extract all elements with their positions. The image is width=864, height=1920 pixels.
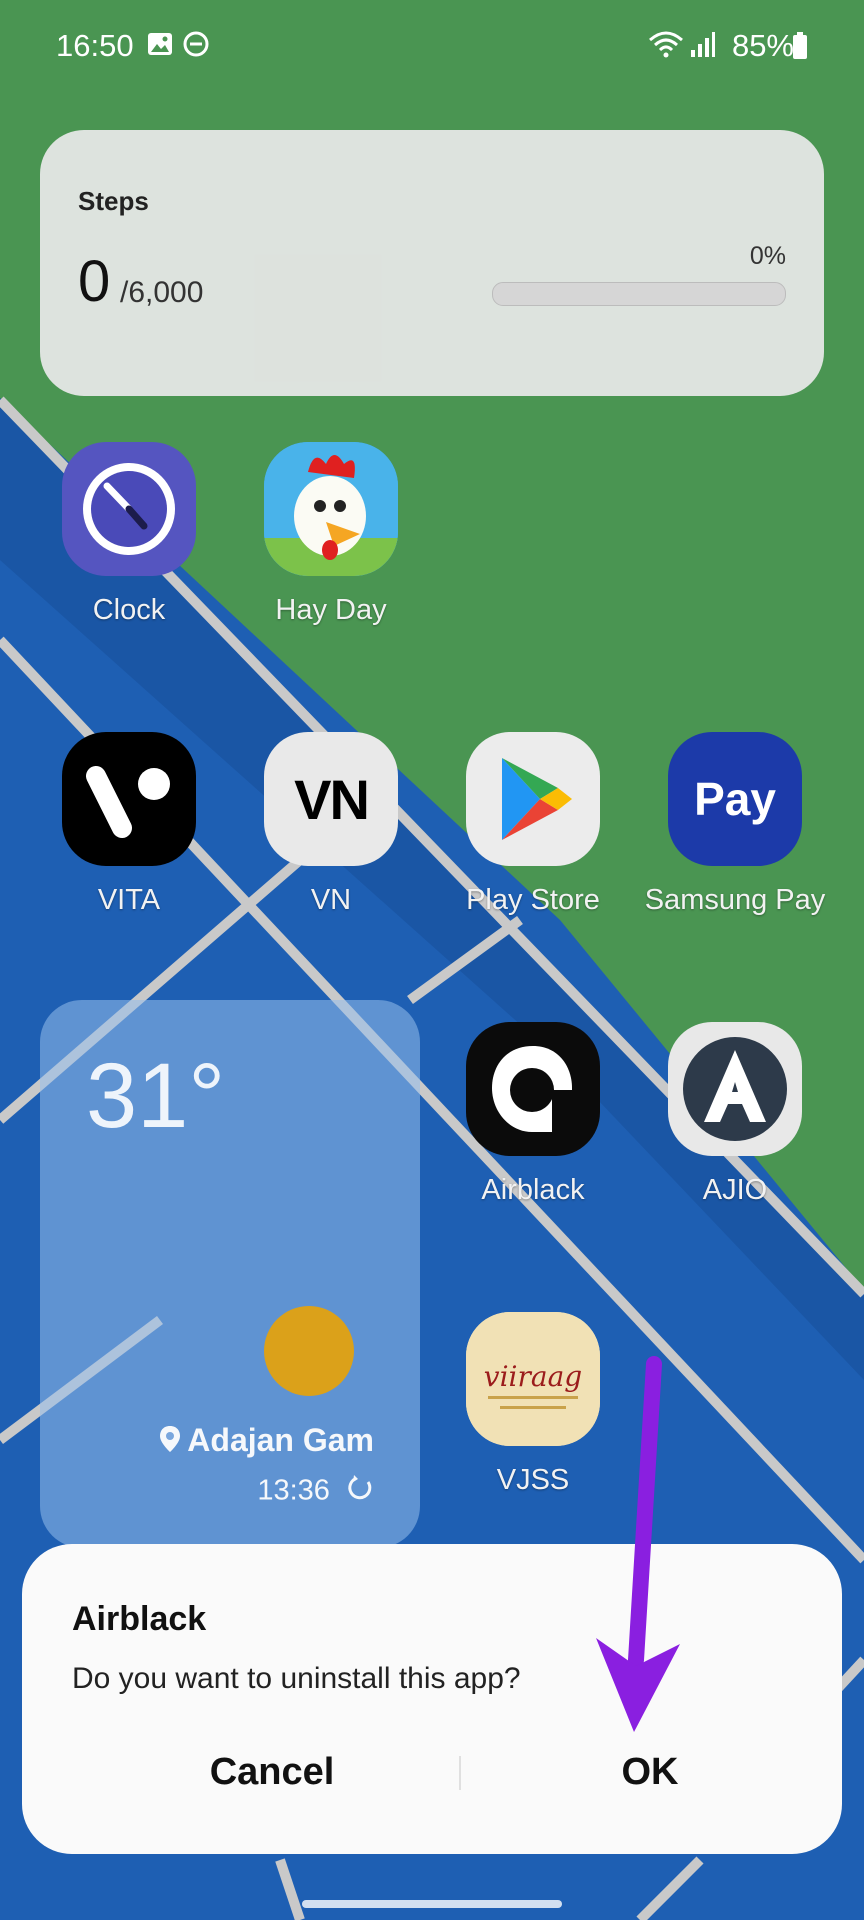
annotation-arrow-icon (596, 1356, 680, 1732)
gesture-nav-handle[interactable] (302, 1900, 562, 1908)
